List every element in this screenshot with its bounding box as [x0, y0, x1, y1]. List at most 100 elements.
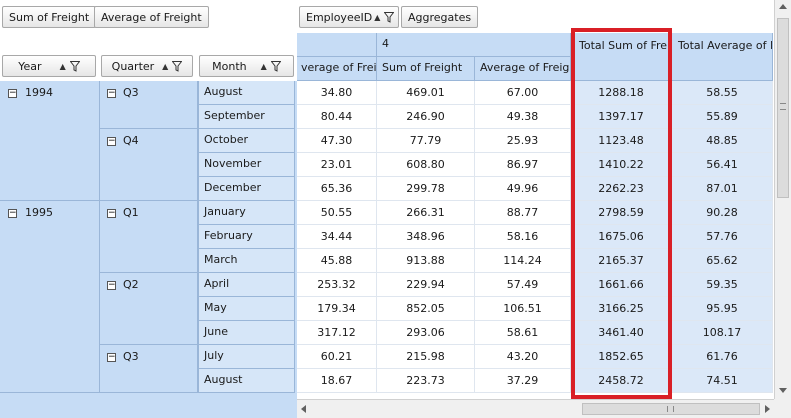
- data-cell[interactable]: 34.80: [297, 81, 377, 105]
- row-header-month[interactable]: May: [198, 297, 295, 321]
- data-cell[interactable]: 58.16: [475, 225, 571, 249]
- total-cell[interactable]: 2165.37: [571, 249, 672, 273]
- data-cell[interactable]: 88.77: [475, 201, 571, 225]
- total-cell[interactable]: 59.35: [672, 273, 773, 297]
- scroll-down-arrow-icon[interactable]: [779, 388, 787, 393]
- data-cell[interactable]: 57.49: [475, 273, 571, 297]
- total-cell[interactable]: 3166.25: [571, 297, 672, 321]
- total-cell[interactable]: 2458.72: [571, 369, 672, 393]
- row-field-quarter[interactable]: Quarter ▲: [101, 55, 193, 77]
- total-cell[interactable]: 108.17: [672, 321, 773, 345]
- row-header-month[interactable]: April: [198, 273, 295, 297]
- row-header-quarter[interactable]: − Q3: [100, 345, 198, 393]
- row-header-month[interactable]: March: [198, 249, 295, 273]
- aggregates-button[interactable]: Aggregates: [401, 6, 479, 28]
- total-cell[interactable]: 65.62: [672, 249, 773, 273]
- row-header-month[interactable]: August: [198, 81, 295, 105]
- total-cell[interactable]: 1410.22: [571, 153, 672, 177]
- horizontal-scroll-thumb[interactable]: [582, 403, 760, 415]
- data-cell[interactable]: 23.01: [297, 153, 377, 177]
- data-cell[interactable]: 49.38: [475, 105, 571, 129]
- row-header-quarter[interactable]: − Q4: [100, 129, 198, 201]
- total-cell[interactable]: 1675.06: [571, 225, 672, 249]
- vertical-scroll-thumb[interactable]: [777, 18, 789, 198]
- collapse-icon[interactable]: −: [8, 89, 17, 98]
- data-cell[interactable]: 65.36: [297, 177, 377, 201]
- data-cell[interactable]: 34.44: [297, 225, 377, 249]
- total-cell[interactable]: 55.89: [672, 105, 773, 129]
- column-header-average-partial[interactable]: verage of Freigh: [297, 57, 377, 81]
- data-cell[interactable]: 223.73: [377, 369, 475, 393]
- data-cell[interactable]: 348.96: [377, 225, 475, 249]
- row-header-year[interactable]: −1995: [0, 201, 100, 393]
- row-header-year[interactable]: −1994: [0, 81, 100, 201]
- row-header-month[interactable]: July: [198, 345, 295, 369]
- column-field-employeeid[interactable]: EmployeeID ▲: [299, 6, 400, 28]
- horizontal-scrollbar[interactable]: [297, 399, 774, 418]
- data-cell[interactable]: 49.96: [475, 177, 571, 201]
- row-header-month[interactable]: September: [198, 105, 295, 129]
- filter-icon[interactable]: [384, 11, 395, 23]
- filter-icon[interactable]: [69, 60, 80, 72]
- total-cell[interactable]: 95.95: [672, 297, 773, 321]
- row-header-month[interactable]: October: [198, 129, 295, 153]
- data-cell[interactable]: 45.88: [297, 249, 377, 273]
- collapse-icon[interactable]: −: [107, 281, 116, 290]
- column-header-total-sum[interactable]: Total Sum of Freig: [571, 33, 672, 81]
- scroll-right-arrow-icon[interactable]: [765, 405, 770, 413]
- collapse-icon[interactable]: −: [107, 353, 116, 362]
- data-cell[interactable]: 215.98: [377, 345, 475, 369]
- data-cell[interactable]: 469.01: [377, 81, 475, 105]
- data-cell[interactable]: 60.21: [297, 345, 377, 369]
- collapse-icon[interactable]: −: [107, 209, 116, 218]
- data-cell[interactable]: 106.51: [475, 297, 571, 321]
- total-cell[interactable]: 58.55: [672, 81, 773, 105]
- data-cell[interactable]: 58.61: [475, 321, 571, 345]
- data-cell[interactable]: 50.55: [297, 201, 377, 225]
- column-header-total-average[interactable]: Total Average of F: [672, 33, 773, 81]
- data-cell[interactable]: 253.32: [297, 273, 377, 297]
- data-cell[interactable]: 25.93: [475, 129, 571, 153]
- scroll-up-arrow-icon[interactable]: [779, 4, 787, 9]
- data-cell[interactable]: 246.90: [377, 105, 475, 129]
- data-cell[interactable]: 317.12: [297, 321, 377, 345]
- data-cell[interactable]: 229.94: [377, 273, 475, 297]
- total-cell[interactable]: 1288.18: [571, 81, 672, 105]
- row-header-month[interactable]: November: [198, 153, 295, 177]
- row-field-year[interactable]: Year ▲: [2, 55, 96, 77]
- data-cell[interactable]: 293.06: [377, 321, 475, 345]
- data-cell[interactable]: 43.20: [475, 345, 571, 369]
- row-header-month[interactable]: June: [198, 321, 295, 345]
- data-cell[interactable]: 86.97: [475, 153, 571, 177]
- data-cell[interactable]: 47.30: [297, 129, 377, 153]
- scroll-left-arrow-icon[interactable]: [301, 405, 306, 413]
- row-field-month[interactable]: Month ▲: [199, 55, 294, 77]
- row-header-quarter[interactable]: − Q1: [100, 201, 198, 273]
- row-header-month[interactable]: January: [198, 201, 295, 225]
- data-cell[interactable]: 77.79: [377, 129, 475, 153]
- data-cell[interactable]: 266.31: [377, 201, 475, 225]
- data-cell[interactable]: 852.05: [377, 297, 475, 321]
- total-cell[interactable]: 3461.40: [571, 321, 672, 345]
- data-cell[interactable]: 67.00: [475, 81, 571, 105]
- total-cell[interactable]: 90.28: [672, 201, 773, 225]
- data-field-sum-of-freight[interactable]: Sum of Freight: [2, 6, 97, 28]
- row-header-quarter[interactable]: − Q2: [100, 273, 198, 345]
- collapse-icon[interactable]: −: [8, 209, 17, 218]
- total-cell[interactable]: 2262.23: [571, 177, 672, 201]
- data-cell[interactable]: 608.80: [377, 153, 475, 177]
- total-cell[interactable]: 74.51: [672, 369, 773, 393]
- column-header-group[interactable]: 4: [377, 33, 571, 57]
- total-cell[interactable]: 56.41: [672, 153, 773, 177]
- data-cell[interactable]: 114.24: [475, 249, 571, 273]
- total-cell[interactable]: 61.76: [672, 345, 773, 369]
- total-cell[interactable]: 1123.48: [571, 129, 672, 153]
- data-cell[interactable]: 179.34: [297, 297, 377, 321]
- data-cell[interactable]: 299.78: [377, 177, 475, 201]
- row-header-month[interactable]: August: [198, 369, 295, 393]
- data-field-average-of-freight[interactable]: Average of Freight: [94, 6, 209, 28]
- data-cell[interactable]: 18.67: [297, 369, 377, 393]
- filter-icon[interactable]: [270, 60, 281, 72]
- total-cell[interactable]: 1661.66: [571, 273, 672, 297]
- total-cell[interactable]: 2798.59: [571, 201, 672, 225]
